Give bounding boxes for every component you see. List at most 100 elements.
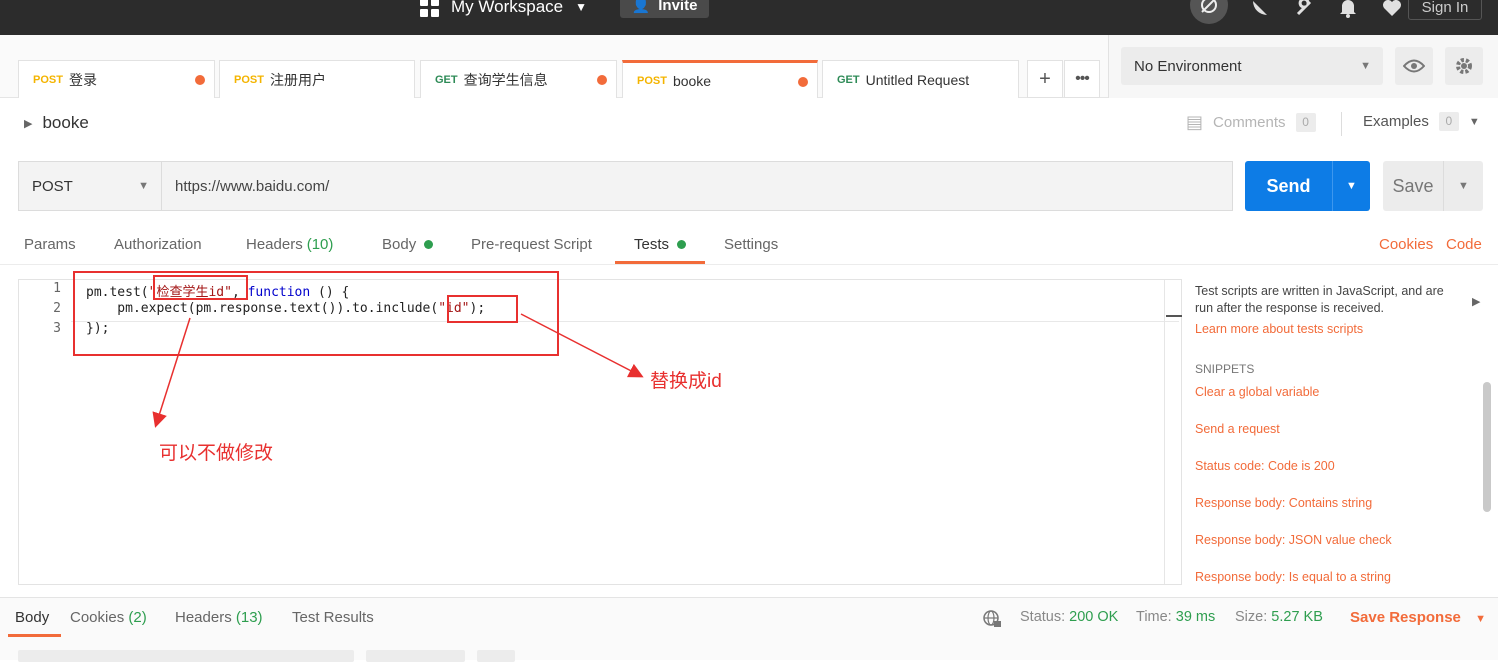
tab-name: 注册用户 bbox=[269, 71, 326, 88]
annotation-box-test-name bbox=[153, 275, 248, 300]
snippet-item[interactable]: Response body: JSON value check bbox=[1195, 533, 1392, 547]
chevron-down-icon: ▼ bbox=[575, 0, 587, 14]
environment-value: No Environment bbox=[1134, 57, 1242, 75]
chevron-down-icon[interactable]: ▼ bbox=[1333, 180, 1370, 192]
tab-method: POST bbox=[234, 73, 264, 86]
bell-icon[interactable] bbox=[1336, 0, 1360, 20]
snippet-item[interactable]: Status code: Code is 200 bbox=[1195, 459, 1335, 473]
tab-options-button[interactable]: ••• bbox=[1064, 60, 1100, 98]
active-tab-indicator bbox=[8, 634, 61, 637]
tab-prerequest-script[interactable]: Pre-request Script bbox=[471, 236, 592, 253]
response-time: Time: 39 ms bbox=[1136, 609, 1216, 625]
code-link[interactable]: Code bbox=[1446, 236, 1482, 253]
tab-name: booke bbox=[672, 72, 712, 89]
request-tab[interactable]: GET Untitled Request bbox=[822, 60, 1019, 98]
annotation-optional-note: 可以不做修改 bbox=[159, 443, 274, 464]
request-tab[interactable]: POST 注册用户 bbox=[219, 60, 415, 98]
status-dot bbox=[424, 240, 434, 249]
snippet-item[interactable]: Response body: Contains string bbox=[1195, 496, 1372, 510]
satellite-icon[interactable] bbox=[1248, 0, 1272, 20]
chevron-down-icon: ▼ bbox=[1475, 613, 1486, 625]
tab-method: GET bbox=[837, 73, 860, 86]
chevron-down-icon: ▼ bbox=[1360, 60, 1371, 72]
invite-label: Invite bbox=[658, 0, 698, 14]
response-tab-test-results[interactable]: Test Results bbox=[292, 609, 374, 626]
line-number: 1 bbox=[53, 281, 61, 296]
tab-authorization[interactable]: Authorization bbox=[114, 236, 202, 253]
chevron-right-icon: ▶ bbox=[24, 117, 33, 130]
add-user-icon: 👤 bbox=[631, 0, 651, 14]
workspace-switcher[interactable]: My Workspace ▼ bbox=[420, 0, 587, 20]
tab-settings[interactable]: Settings bbox=[724, 236, 778, 253]
unsaved-dot bbox=[195, 75, 205, 85]
method-select[interactable]: POST ▼ bbox=[18, 161, 162, 211]
tab-method: GET bbox=[435, 73, 458, 86]
time-value: 39 ms bbox=[1175, 609, 1216, 625]
headers-count: (10) bbox=[306, 236, 334, 253]
method-value: POST bbox=[32, 177, 73, 195]
heart-icon[interactable] bbox=[1380, 0, 1404, 20]
tab-method: POST bbox=[33, 73, 63, 86]
snippet-item[interactable]: Clear a global variable bbox=[1195, 385, 1319, 399]
snippets-panel: Test scripts are written in JavaScript, … bbox=[1183, 265, 1488, 595]
response-tab-cookies[interactable]: Cookies (2) bbox=[70, 609, 147, 626]
tab-name: Untitled Request bbox=[865, 71, 970, 88]
snippets-scrollbar[interactable] bbox=[1483, 382, 1491, 512]
tab-method: POST bbox=[637, 74, 667, 87]
invite-button[interactable]: 👤 Invite bbox=[620, 0, 709, 18]
request-tab-active[interactable]: POST booke bbox=[622, 60, 818, 98]
response-tab-headers[interactable]: Headers (13) bbox=[175, 609, 263, 626]
tab-body[interactable]: Body bbox=[382, 236, 434, 253]
environment-quick-look-button[interactable] bbox=[1395, 47, 1433, 85]
signin-button[interactable]: Sign In bbox=[1408, 0, 1482, 20]
chevron-right-icon[interactable]: ▶ bbox=[1472, 295, 1480, 308]
annotation-box-include-arg bbox=[447, 295, 518, 323]
response-tab-body[interactable]: Body bbox=[15, 609, 49, 626]
more-dots-icon: ••• bbox=[1075, 70, 1090, 87]
request-tab[interactable]: POST 登录 bbox=[18, 60, 215, 98]
response-status: Status: 200 OK bbox=[1020, 609, 1119, 625]
wrench-icon[interactable] bbox=[1292, 0, 1316, 20]
snippet-item[interactable]: Send a request bbox=[1195, 422, 1280, 436]
learn-more-link[interactable]: Learn more about tests scripts bbox=[1195, 322, 1363, 336]
annotation-replace-note: 替换成id bbox=[650, 371, 722, 392]
request-tabs-bar: POST 登录 POST 注册用户 GET 查询学生信息 POST booke … bbox=[0, 35, 1108, 98]
scroll-marker bbox=[1166, 315, 1182, 317]
workspace-grid-icon bbox=[420, 0, 439, 17]
comments-button[interactable]: ▤ Comments 0 bbox=[1186, 112, 1316, 133]
request-name-toggle[interactable]: ▶ booke bbox=[24, 113, 89, 133]
examples-count: 0 bbox=[1438, 112, 1459, 131]
environment-bar: No Environment ▼ bbox=[1108, 35, 1498, 98]
new-tab-button[interactable]: + bbox=[1027, 60, 1063, 98]
request-tab[interactable]: GET 查询学生信息 bbox=[420, 60, 617, 98]
plus-icon: + bbox=[1039, 67, 1051, 90]
save-button[interactable]: Save ▼ bbox=[1383, 161, 1483, 211]
chevron-down-icon: ▼ bbox=[1468, 115, 1480, 128]
url-value: https://www.baidu.com/ bbox=[175, 177, 330, 195]
examples-dropdown[interactable]: Examples 0 ▼ bbox=[1363, 112, 1480, 131]
unsaved-dot bbox=[798, 77, 808, 87]
sync-off-icon[interactable] bbox=[1190, 0, 1228, 24]
examples-label: Examples bbox=[1363, 113, 1429, 130]
top-bar: My Workspace ▼ 👤 Invite Sign In bbox=[0, 0, 1498, 35]
chevron-down-icon[interactable]: ▼ bbox=[1444, 180, 1483, 192]
tab-params[interactable]: Params bbox=[24, 236, 76, 253]
save-response-button[interactable]: Save Response ▼ bbox=[1350, 609, 1486, 626]
tab-tests[interactable]: Tests bbox=[634, 236, 687, 253]
cookies-link[interactable]: Cookies bbox=[1379, 236, 1433, 253]
globe-icon[interactable] bbox=[982, 609, 1002, 633]
snippets-description: Test scripts are written in JavaScript, … bbox=[1195, 284, 1444, 315]
environment-select[interactable]: No Environment ▼ bbox=[1121, 47, 1383, 85]
snippets-heading: SNIPPETS bbox=[1195, 362, 1255, 376]
line-number: 2 bbox=[53, 301, 61, 316]
request-name: booke bbox=[42, 113, 89, 132]
snippet-item[interactable]: Response body: Is equal to a string bbox=[1195, 570, 1391, 584]
manage-environments-button[interactable] bbox=[1445, 47, 1483, 85]
url-input[interactable]: https://www.baidu.com/ bbox=[161, 161, 1233, 211]
status-value: 200 OK bbox=[1069, 609, 1119, 625]
tab-name: 查询学生信息 bbox=[463, 71, 548, 88]
tab-headers[interactable]: Headers (10) bbox=[246, 236, 333, 253]
send-label: Send bbox=[1266, 175, 1311, 196]
save-label: Save bbox=[1392, 175, 1434, 196]
send-button[interactable]: Send ▼ bbox=[1245, 161, 1370, 211]
